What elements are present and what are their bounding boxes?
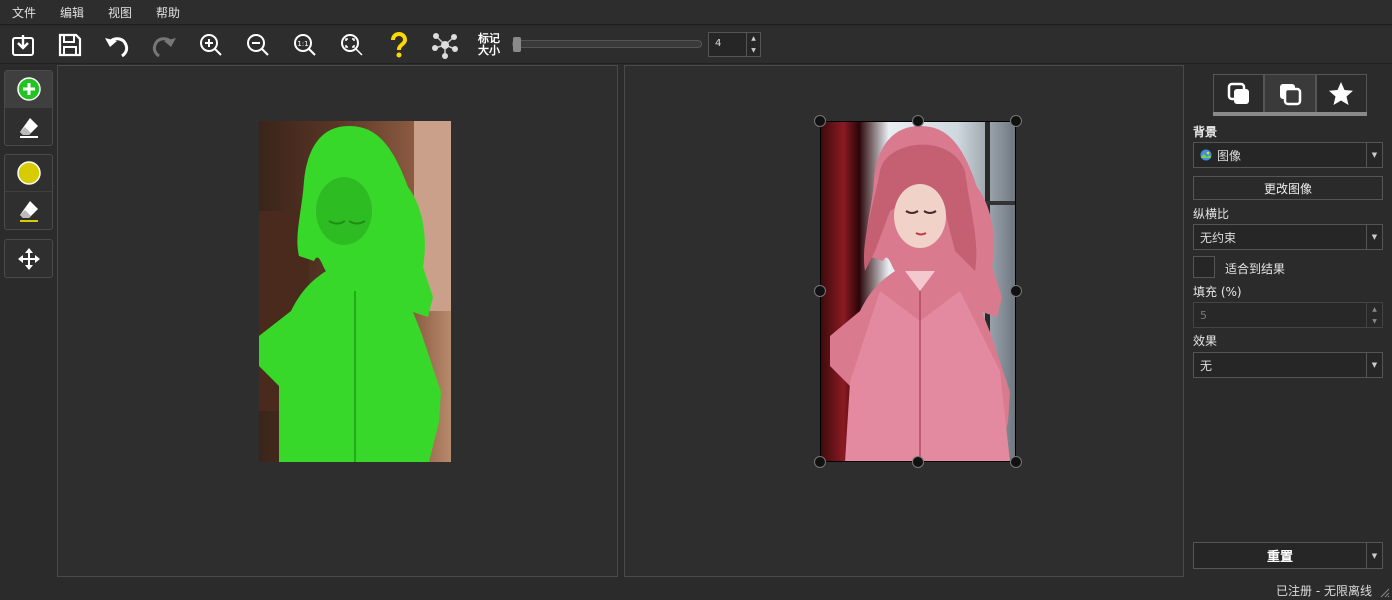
aspect-select[interactable]: 无约束 ▼ — [1193, 224, 1383, 250]
zoom-fit-icon[interactable] — [337, 30, 367, 60]
crop-handle-top[interactable] — [912, 115, 924, 127]
source-image — [259, 121, 451, 462]
star-icon — [1329, 81, 1354, 105]
foreground-eraser-button[interactable] — [5, 108, 52, 145]
foreground-tool-group — [4, 70, 53, 146]
move-tool-group — [4, 239, 53, 278]
layers-icon — [1227, 82, 1249, 104]
chevron-down-icon[interactable]: ▼ — [1366, 143, 1382, 167]
status-text: 已注册 - 无限离线 — [1276, 584, 1372, 598]
fill-spinbox[interactable]: 5 ▲ ▼ — [1193, 302, 1383, 328]
spin-down-icon[interactable]: ▼ — [1372, 318, 1377, 325]
crop-handle-bottom-left[interactable] — [814, 456, 826, 468]
image-icon — [1200, 149, 1212, 161]
menu-file[interactable]: 文件 — [12, 4, 36, 21]
spin-up-icon[interactable]: ▲ — [1372, 306, 1377, 313]
background-label: 背景 — [1193, 125, 1218, 139]
chevron-down-icon[interactable]: ▼ — [1366, 543, 1382, 568]
fit-to-result-label: 适合到结果 — [1225, 262, 1286, 276]
aspect-label: 纵横比 — [1193, 207, 1230, 221]
add-foreground-icon — [16, 77, 41, 101]
mark-size-value[interactable]: 4 — [709, 33, 746, 56]
slider-thumb[interactable] — [513, 37, 521, 52]
background-select[interactable]: 图像 ▼ — [1193, 142, 1383, 168]
effect-label: 效果 — [1193, 334, 1218, 348]
menu-bar: 文件 编辑 视图 帮助 — [0, 0, 1392, 25]
crop-handle-bottom[interactable] — [912, 456, 924, 468]
zoom-out-icon[interactable] — [243, 30, 273, 60]
tab-effects[interactable] — [1315, 74, 1367, 112]
undo-icon[interactable] — [102, 30, 132, 60]
fill-label: 填充 (%) — [1193, 285, 1242, 299]
crop-handle-top-right[interactable] — [1010, 115, 1022, 127]
reset-label[interactable]: 重置 — [1194, 543, 1366, 568]
crop-frame[interactable] — [820, 121, 1016, 462]
zoom-actual-icon[interactable]: 1:1 — [290, 30, 320, 60]
change-image-button[interactable]: 更改图像 — [1193, 176, 1383, 200]
menu-view[interactable]: 视图 — [108, 4, 132, 21]
background-select-value: 图像 — [1217, 148, 1242, 163]
network-icon[interactable] — [430, 30, 460, 60]
tab-background[interactable] — [1264, 74, 1316, 112]
mark-size-slider[interactable] — [512, 37, 702, 52]
import-icon[interactable] — [8, 30, 38, 60]
spin-down-icon[interactable]: ▼ — [751, 47, 756, 54]
add-foreground-button[interactable] — [5, 71, 52, 108]
background-marker-icon — [16, 161, 41, 185]
toolbar: 1:1 标记大小 4 ▲ ▼ — [0, 26, 1392, 64]
background-eraser-button[interactable] — [5, 192, 52, 229]
tool-palette — [0, 65, 57, 585]
background-copy-icon — [1279, 83, 1302, 105]
redo-icon[interactable] — [149, 30, 179, 60]
fit-to-result-checkbox[interactable] — [1193, 256, 1215, 278]
reset-button[interactable]: 重置 ▼ — [1193, 542, 1383, 569]
crop-handle-left[interactable] — [814, 285, 826, 297]
move-icon — [17, 247, 40, 270]
chevron-down-icon[interactable]: ▼ — [1366, 225, 1382, 249]
fill-value[interactable]: 5 — [1194, 303, 1366, 327]
zoom-in-icon[interactable] — [196, 30, 226, 60]
settings-tabs — [1213, 74, 1367, 116]
mark-size-spinbox[interactable]: 4 ▲ ▼ — [708, 32, 761, 57]
crop-handle-bottom-right[interactable] — [1010, 456, 1022, 468]
background-marker-button[interactable] — [5, 155, 52, 192]
move-button[interactable] — [5, 240, 52, 277]
effect-select-value: 无 — [1200, 358, 1213, 373]
effect-select[interactable]: 无 ▼ — [1193, 352, 1383, 378]
spin-up-icon[interactable]: ▲ — [751, 35, 756, 42]
chevron-down-icon[interactable]: ▼ — [1366, 353, 1382, 377]
settings-panel: 背景 图像 ▼ 更改图像 纵横比 无约束 ▼ 适合到结果 填充 (%) 5 ▲ ▼… — [1185, 65, 1392, 585]
resize-grip-icon[interactable] — [1380, 588, 1390, 598]
aspect-select-value: 无约束 — [1200, 230, 1237, 245]
menu-edit[interactable]: 编辑 — [60, 4, 84, 21]
tab-layers[interactable] — [1213, 74, 1265, 112]
crop-handle-right[interactable] — [1010, 285, 1022, 297]
background-eraser-icon — [19, 200, 38, 222]
result-canvas[interactable] — [624, 65, 1184, 577]
svg-text:1:1: 1:1 — [297, 40, 308, 48]
background-tool-group — [4, 154, 53, 230]
menu-help[interactable]: 帮助 — [156, 4, 180, 21]
save-icon[interactable] — [55, 30, 85, 60]
source-canvas[interactable] — [57, 65, 618, 577]
mark-size-label: 标记大小 — [478, 32, 500, 57]
eraser-icon — [19, 117, 38, 138]
help-icon[interactable] — [384, 30, 414, 60]
crop-handle-top-left[interactable] — [814, 115, 826, 127]
